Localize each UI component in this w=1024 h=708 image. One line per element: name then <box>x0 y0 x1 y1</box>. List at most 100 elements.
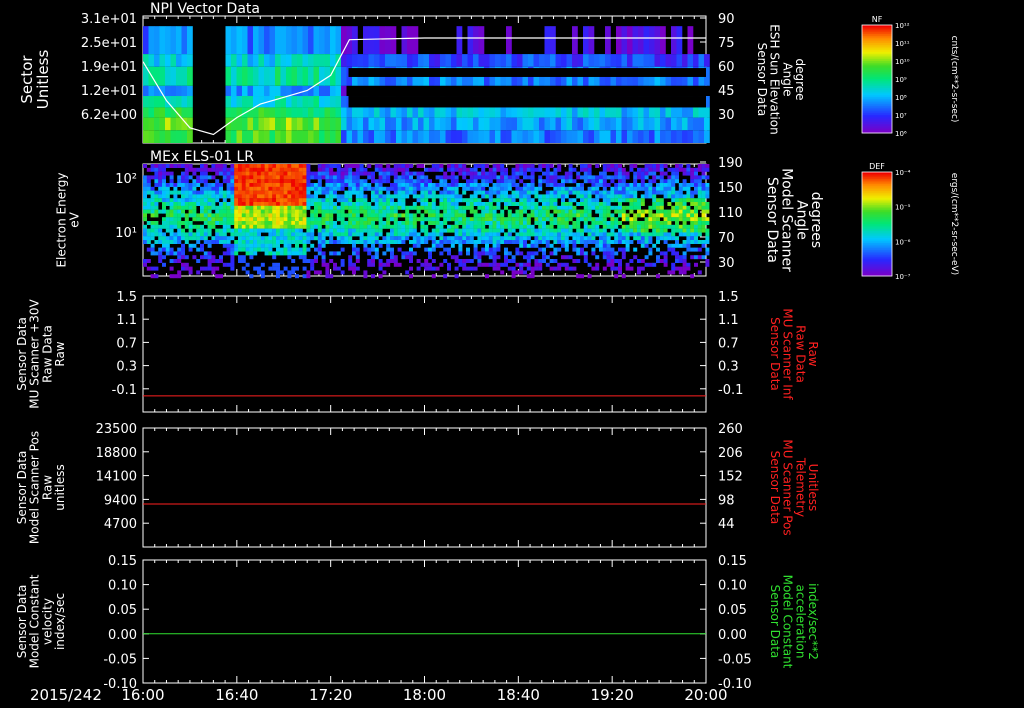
spectrogram-cell <box>665 130 672 143</box>
spectrogram-cell <box>238 224 242 229</box>
spectrogram-cell <box>656 221 660 225</box>
spectrogram-cell <box>177 224 182 229</box>
spectrogram-cell <box>481 247 486 252</box>
spectrogram-cell <box>663 171 668 176</box>
spectrogram-cell <box>143 213 147 218</box>
spectrogram-cell <box>606 259 611 263</box>
spectrogram-cell <box>697 255 702 260</box>
spectrogram-cell <box>386 247 391 252</box>
spectrogram-cell <box>515 270 520 275</box>
spectrogram-cell <box>317 232 322 237</box>
spectrogram-cell <box>614 259 619 263</box>
spectrogram-cell <box>287 243 292 248</box>
spectrogram-cell <box>302 171 307 176</box>
spectrogram-cell <box>519 198 524 203</box>
spectrogram-cell <box>665 85 672 97</box>
spectrogram-cell <box>231 85 237 97</box>
spectrogram-cell <box>249 202 254 206</box>
spectrogram-cell <box>313 85 320 97</box>
spectrogram-cell <box>644 232 649 237</box>
spectrogram-cell <box>488 198 493 203</box>
spectrogram-cell <box>291 96 298 108</box>
spectrogram-cell <box>424 217 429 222</box>
spectrogram-cell <box>253 190 258 195</box>
spectrogram-cell <box>302 117 309 131</box>
spectrogram-cell <box>374 213 379 218</box>
spectrogram-cell <box>644 175 649 180</box>
spectrogram-cell <box>253 247 258 252</box>
spectrogram-cell <box>215 171 220 176</box>
spectrogram-cell <box>238 243 242 248</box>
spectrogram-cell <box>196 247 201 252</box>
spectrogram-cell <box>371 255 375 260</box>
spectrogram-cell <box>644 167 649 172</box>
spectrogram-cell <box>649 85 655 97</box>
spectrogram-cell <box>610 228 615 233</box>
spectrogram-cell <box>538 198 543 203</box>
spectrogram-cell <box>310 183 315 187</box>
spectrogram-cell <box>530 198 535 203</box>
spectrogram-cell <box>295 217 299 222</box>
spectrogram-cell <box>367 186 372 191</box>
spectrogram-cell <box>397 183 402 187</box>
spectrogram-cell <box>146 183 151 187</box>
spectrogram-cell <box>557 164 562 168</box>
spectrogram-cell <box>488 240 493 244</box>
spectrogram-cell <box>207 217 212 222</box>
spectrogram-cell <box>675 228 679 233</box>
spectrogram-cell <box>346 130 353 143</box>
spectrogram-cell <box>435 183 440 187</box>
spectrogram-cell <box>196 232 201 237</box>
spectrogram-cell <box>287 240 292 244</box>
spectrogram-cell <box>568 213 573 218</box>
spectrogram-cell <box>181 228 185 233</box>
spectrogram-cell <box>324 117 331 131</box>
spectrogram-cell <box>637 167 641 172</box>
spectrogram-cell <box>397 221 402 225</box>
spectrogram-cell <box>260 183 265 187</box>
spectrogram-cell <box>302 209 307 214</box>
spectrogram-cell <box>314 194 318 199</box>
spectrogram-cell <box>697 175 702 180</box>
spectrogram-cell <box>348 164 353 168</box>
spectrogram-cell <box>496 183 501 187</box>
spectrogram-cell <box>215 194 220 199</box>
spectrogram-cell <box>614 236 619 241</box>
spectrogram-cell <box>207 251 212 256</box>
spectrogram-cell <box>678 213 683 218</box>
spectrogram-cell <box>633 194 638 199</box>
spectrogram-cell <box>291 236 296 241</box>
spectrogram-cell <box>340 232 345 237</box>
spectrogram-cell <box>302 251 307 256</box>
spectrogram-cell <box>226 236 231 241</box>
spectrogram-cell <box>330 26 336 55</box>
spectrogram-cell <box>234 224 239 229</box>
spectrogram-cell <box>610 107 617 118</box>
spectrogram-cell <box>435 175 440 180</box>
spectrogram-cell <box>396 130 402 143</box>
spectrogram-cell <box>310 221 315 225</box>
spectrogram-cell <box>306 179 311 184</box>
spectrogram-cell <box>165 240 170 244</box>
spectrogram-cell <box>694 202 698 206</box>
spectrogram-cell <box>176 96 182 108</box>
spectrogram-cell <box>295 164 299 168</box>
spectrogram-cell <box>226 217 231 222</box>
spectrogram-cell <box>348 224 353 229</box>
spectrogram-cell <box>184 167 189 172</box>
spectrogram-cell <box>234 164 239 168</box>
spectrogram-cell <box>466 167 470 172</box>
spectrogram-cell <box>371 205 375 210</box>
spectrogram-cell <box>359 202 364 206</box>
spectrogram-cell <box>545 167 550 172</box>
spectrogram-cell <box>325 213 330 218</box>
spectrogram-cell <box>443 194 448 199</box>
spectrogram-cell <box>424 259 429 263</box>
spectrogram-cell <box>291 251 296 256</box>
spectrogram-cell <box>196 236 201 241</box>
spectrogram-cell <box>336 175 341 180</box>
spectrogram-cell <box>184 179 189 184</box>
spectrogram-cell <box>412 251 417 256</box>
ytick-right-label: 45 <box>718 84 735 99</box>
spectrogram-cell <box>306 198 311 203</box>
